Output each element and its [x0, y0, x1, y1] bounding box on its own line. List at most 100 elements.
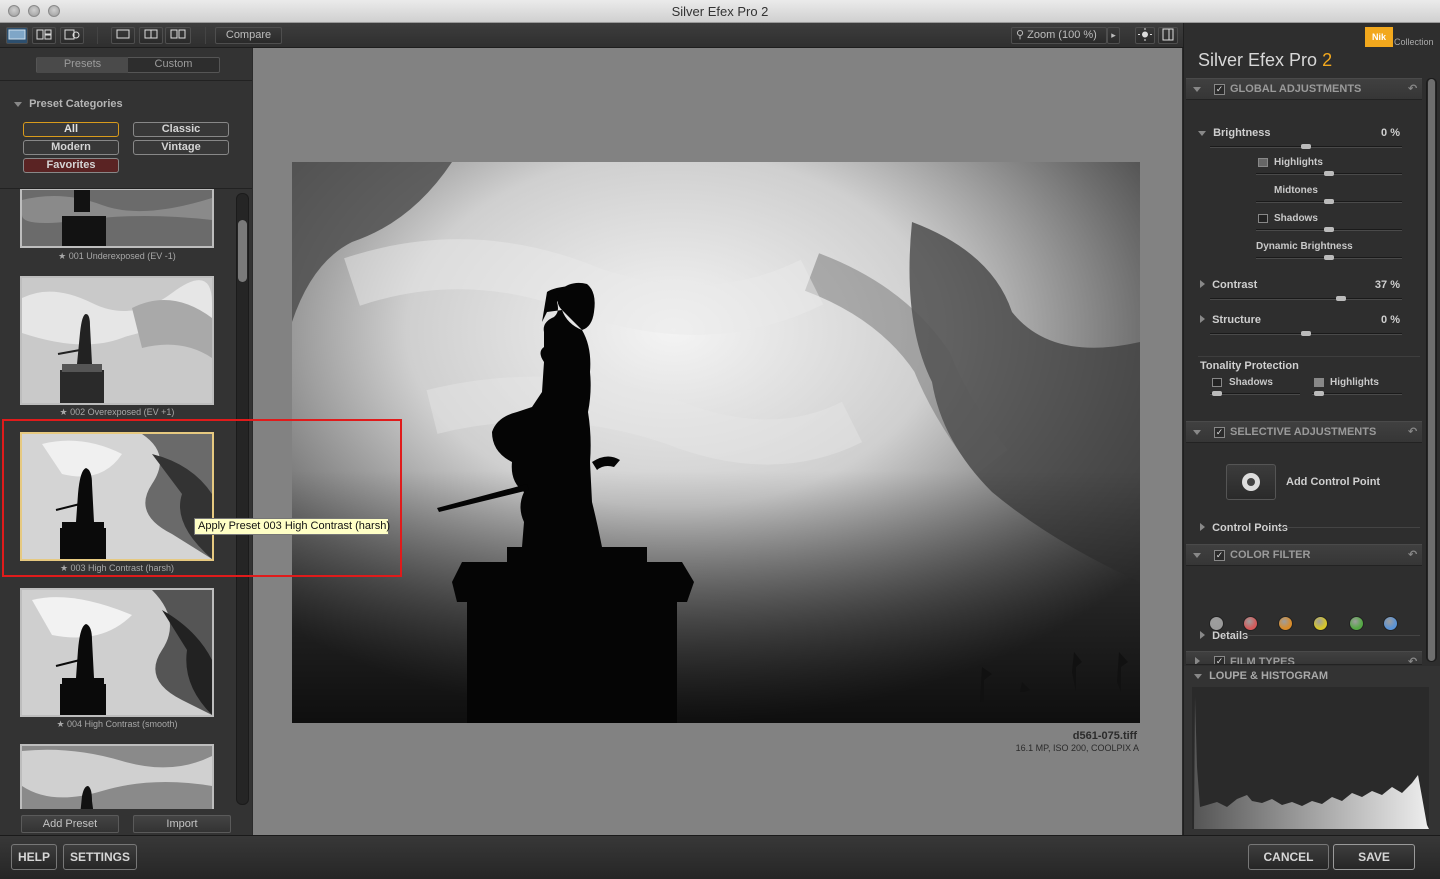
- single-image-layout-icon[interactable]: [111, 27, 135, 44]
- slider-knob[interactable]: [1301, 331, 1311, 336]
- brightness-toggle[interactable]: Brightness: [1198, 127, 1271, 139]
- brightness-slider[interactable]: [1210, 144, 1402, 149]
- preset-thumbnail[interactable]: [20, 189, 214, 248]
- selective-adjustments-header[interactable]: ✓ SELECTIVE ADJUSTMENTS ↶: [1186, 421, 1422, 443]
- control-points-toggle[interactable]: Control Points: [1200, 522, 1288, 534]
- section-title: LOUPE & HISTOGRAM: [1209, 670, 1329, 682]
- film-types-enable-checkbox[interactable]: ✓: [1214, 656, 1225, 664]
- reset-icon[interactable]: ↶: [1408, 652, 1417, 664]
- slider-knob[interactable]: [1324, 255, 1334, 260]
- reset-icon[interactable]: ↶: [1408, 422, 1417, 443]
- slider-knob[interactable]: [1314, 391, 1324, 396]
- contrast-value: 37 %: [1374, 279, 1400, 291]
- slider-knob[interactable]: [1336, 296, 1346, 301]
- main-image[interactable]: [292, 162, 1140, 723]
- color-filter-green[interactable]: [1349, 616, 1364, 631]
- film-types-header[interactable]: ✓ FILM TYPES ↶: [1186, 651, 1422, 665]
- color-filter-neutral[interactable]: [1209, 616, 1224, 631]
- highlights-slider[interactable]: [1256, 171, 1402, 176]
- single-view-icon[interactable]: [6, 27, 28, 44]
- compare-button[interactable]: Compare: [215, 27, 282, 44]
- midtones-label: Midtones: [1274, 185, 1318, 196]
- scrollbar-thumb[interactable]: [1428, 79, 1435, 661]
- side-by-side-layout-icon[interactable]: [165, 27, 191, 44]
- color-filter-orange[interactable]: [1278, 616, 1293, 631]
- import-button[interactable]: Import: [133, 815, 231, 833]
- reset-icon[interactable]: ↶: [1408, 545, 1417, 566]
- preset-caption: ★ 002 Overexposed (EV +1): [59, 407, 175, 417]
- category-classic[interactable]: Classic: [133, 122, 229, 137]
- tab-presets[interactable]: Presets: [37, 57, 128, 73]
- tonality-highlights-slider[interactable]: [1312, 391, 1402, 396]
- structure-toggle[interactable]: Structure: [1200, 314, 1261, 326]
- slider-knob[interactable]: [1301, 144, 1311, 149]
- shadows-label: Shadows: [1274, 213, 1318, 224]
- category-vintage[interactable]: Vintage: [133, 140, 229, 155]
- section-title: SELECTIVE ADJUSTMENTS: [1230, 426, 1377, 438]
- color-filter-header[interactable]: ✓ COLOR FILTER ↶: [1186, 544, 1422, 566]
- preset-thumbnail[interactable]: [20, 276, 214, 405]
- settings-button[interactable]: SETTINGS: [63, 844, 137, 870]
- details-label: Details: [1212, 630, 1249, 642]
- preset-thumbnail[interactable]: [20, 744, 214, 809]
- contrast-toggle[interactable]: Contrast: [1200, 279, 1257, 291]
- dynamic-brightness-slider[interactable]: [1256, 255, 1402, 260]
- help-button[interactable]: HELP: [11, 844, 57, 870]
- reset-icon[interactable]: ↶: [1408, 79, 1417, 100]
- color-filter-red[interactable]: [1243, 616, 1258, 631]
- slider-knob[interactable]: [1324, 227, 1334, 232]
- global-adjustments-header[interactable]: ✓ GLOBAL ADJUSTMENTS ↶: [1186, 78, 1422, 100]
- color-filter-enable-checkbox[interactable]: ✓: [1214, 550, 1225, 561]
- color-filter-blue[interactable]: [1383, 616, 1398, 631]
- shadows-slider[interactable]: [1256, 227, 1402, 232]
- preset-categories-header[interactable]: Preset Categories: [14, 98, 123, 110]
- toggle-panel-icon[interactable]: [1158, 27, 1178, 44]
- structure-slider[interactable]: [1210, 331, 1402, 336]
- grid-view-icon[interactable]: [32, 27, 56, 44]
- slider-knob[interactable]: [1212, 391, 1222, 396]
- section-title: FILM TYPES: [1230, 656, 1295, 665]
- add-preset-button[interactable]: Add Preset: [21, 815, 119, 833]
- details-toggle[interactable]: Details: [1200, 630, 1248, 642]
- highlights-label: Highlights: [1274, 157, 1323, 168]
- filmstrip-view-icon[interactable]: [60, 27, 84, 44]
- product-title: Silver Efex Pro 2: [1198, 50, 1332, 71]
- expand-arrow-icon: [1198, 131, 1206, 136]
- add-control-point-label[interactable]: Add Control Point: [1286, 476, 1380, 488]
- selective-enable-checkbox[interactable]: ✓: [1214, 427, 1225, 438]
- slider-knob[interactable]: [1324, 199, 1334, 204]
- zoom-arrow-icon[interactable]: ▸: [1107, 27, 1120, 44]
- background-brightness-icon[interactable]: [1135, 27, 1155, 44]
- collapse-arrow-icon: [1193, 87, 1201, 92]
- color-filter-yellow[interactable]: [1313, 616, 1328, 631]
- tonality-highlights-label: Highlights: [1330, 377, 1379, 388]
- save-button[interactable]: SAVE: [1333, 844, 1415, 870]
- adjustments-panel: Nik Collection Silver Efex Pro 2 ✓ GLOBA…: [1183, 23, 1440, 835]
- add-control-point-button[interactable]: [1226, 464, 1276, 500]
- tab-custom[interactable]: Custom: [128, 57, 219, 73]
- tonality-shadows-swatch: [1212, 378, 1222, 387]
- dynamic-brightness-label: Dynamic Brightness: [1256, 241, 1353, 252]
- zoom-dropdown[interactable]: ⚲ Zoom (100 %): [1011, 27, 1107, 44]
- structure-value: 0 %: [1381, 314, 1400, 326]
- global-enable-checkbox[interactable]: ✓: [1214, 84, 1225, 95]
- histogram: [1192, 687, 1429, 829]
- category-modern[interactable]: Modern: [23, 140, 119, 155]
- midtones-slider[interactable]: [1256, 199, 1402, 204]
- category-favorites[interactable]: Favorites: [23, 158, 119, 173]
- expand-arrow-icon: [1200, 280, 1205, 288]
- magnifier-icon: ⚲: [1016, 29, 1025, 41]
- image-filename: d561-075.tiff: [1072, 730, 1137, 742]
- cancel-button[interactable]: CANCEL: [1248, 844, 1329, 870]
- preset-thumbnail[interactable]: [20, 588, 214, 717]
- contrast-slider[interactable]: [1210, 296, 1402, 301]
- control-points-label: Control Points: [1212, 522, 1288, 534]
- highlight-box: [2, 419, 402, 577]
- adjustments-scrollbar[interactable]: [1426, 78, 1437, 662]
- loupe-header[interactable]: LOUPE & HISTOGRAM: [1194, 670, 1328, 682]
- tonality-shadows-slider[interactable]: [1210, 391, 1300, 396]
- split-layout-icon[interactable]: [139, 27, 163, 44]
- slider-knob[interactable]: [1324, 171, 1334, 176]
- scrollbar-thumb[interactable]: [238, 220, 247, 282]
- category-all[interactable]: All: [23, 122, 119, 137]
